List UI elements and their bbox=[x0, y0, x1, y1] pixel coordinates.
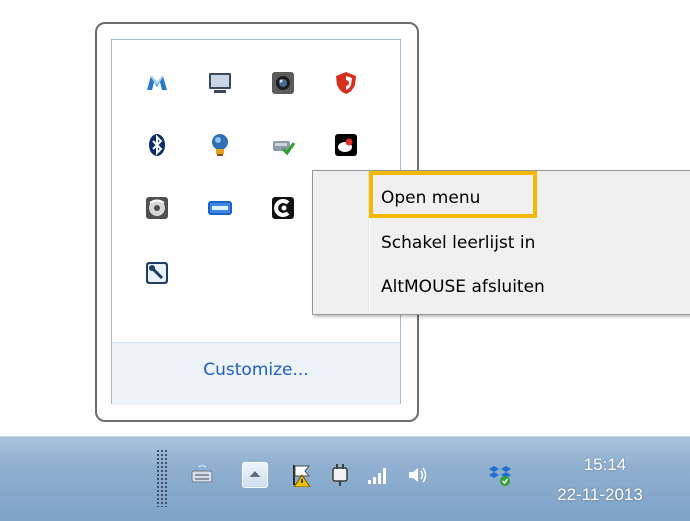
bluetooth-icon[interactable] bbox=[144, 132, 170, 158]
clock-date[interactable]: 22-11-2013 bbox=[530, 485, 670, 505]
cc-app-icon[interactable] bbox=[270, 195, 296, 221]
network-signal-icon[interactable] bbox=[366, 463, 390, 487]
action-center-flag-icon[interactable] bbox=[290, 463, 314, 487]
taskbar-grip[interactable] bbox=[156, 449, 168, 507]
clock-time[interactable]: 15:14 bbox=[555, 455, 655, 475]
usb-safely-remove-icon[interactable] bbox=[270, 132, 296, 158]
webcam-icon[interactable] bbox=[270, 70, 296, 96]
chevron-up-icon bbox=[249, 471, 261, 477]
shield-security-icon[interactable] bbox=[333, 70, 359, 96]
ccb-icon[interactable] bbox=[207, 195, 233, 221]
disk-icon[interactable] bbox=[144, 195, 170, 221]
customize-link[interactable]: Customize... bbox=[112, 360, 400, 380]
monitor-icon[interactable] bbox=[207, 70, 233, 96]
altmouse-icon[interactable] bbox=[333, 132, 359, 158]
lightbulb-icon[interactable] bbox=[207, 132, 233, 158]
show-hidden-icons-button[interactable] bbox=[242, 462, 268, 488]
volume-icon[interactable] bbox=[406, 463, 430, 487]
menu-item-schakel-leerlijst[interactable]: Schakel leerlijst in bbox=[381, 233, 535, 253]
menu-item-altmouse-afsluiten[interactable]: AltMOUSE afsluiten bbox=[381, 277, 545, 297]
power-plug-icon[interactable] bbox=[328, 463, 352, 487]
dropbox-icon[interactable] bbox=[488, 463, 512, 487]
malwarebytes-icon[interactable] bbox=[144, 70, 170, 96]
highlight-box bbox=[369, 171, 537, 218]
tool-wrench-icon[interactable] bbox=[144, 260, 170, 286]
keyboard-icon[interactable] bbox=[190, 463, 214, 487]
customize-footer: Customize... bbox=[112, 342, 400, 405]
